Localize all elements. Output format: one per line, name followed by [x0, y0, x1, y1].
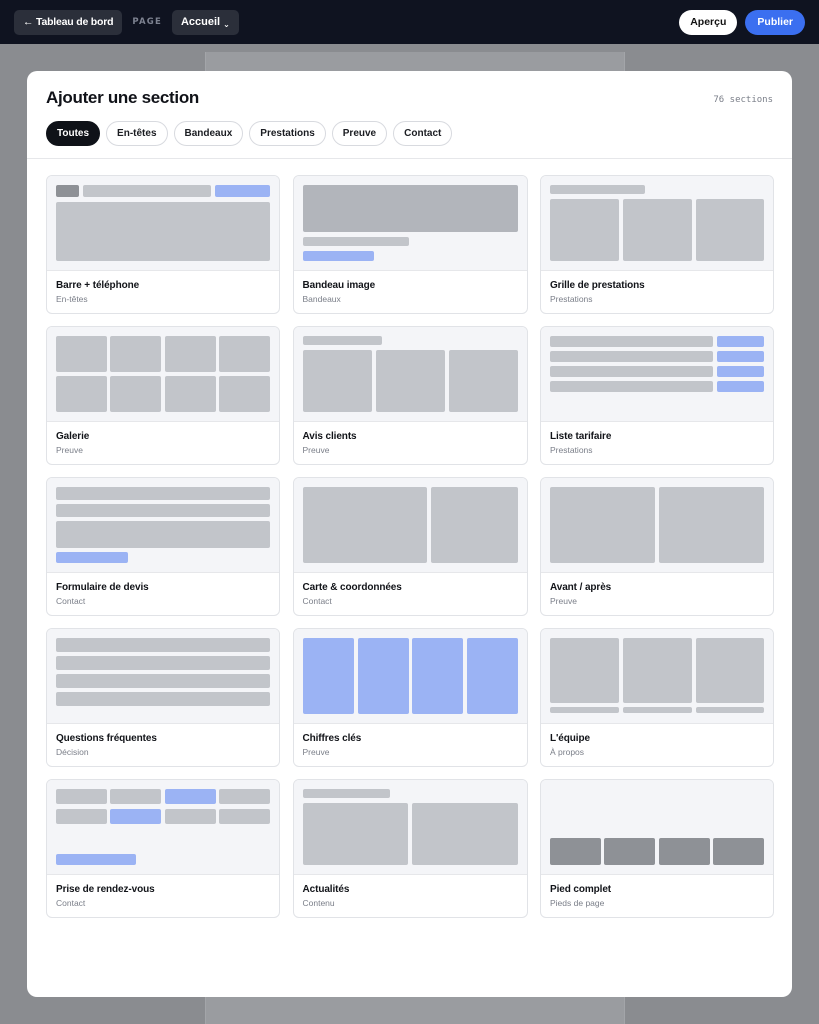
section-card-category: Preuve [550, 596, 577, 606]
section-card[interactable]: Actualités Contenu [292, 779, 528, 918]
section-card[interactable]: Carte & coordonnées Contact [292, 477, 528, 616]
section-thumbnail [47, 176, 279, 271]
section-card-category: Prestations [550, 445, 593, 455]
section-card[interactable]: Avis clients Preuve [292, 326, 528, 465]
section-card-category: Preuve [302, 747, 330, 757]
section-card[interactable]: Pied complet Pieds de page [540, 779, 774, 918]
section-count: 76 sections [713, 95, 773, 105]
section-card-category: Contact [302, 596, 332, 606]
section-thumbnail [47, 629, 279, 724]
section-card-category: Bandeaux [302, 294, 341, 304]
section-card[interactable]: Liste tarifaire Prestations [540, 326, 774, 465]
section-thumbnail [293, 176, 527, 271]
section-thumbnail [47, 780, 279, 875]
section-card-title: Bandeau image [302, 280, 376, 291]
modal-title: Ajouter une section [46, 88, 199, 107]
section-thumbnail [47, 327, 279, 422]
section-thumbnail [293, 629, 527, 724]
section-card-category: Contenu [302, 898, 335, 908]
section-card[interactable]: Barre + téléphone En-têtes [46, 175, 280, 314]
section-card[interactable]: Avant / après Preuve [540, 477, 774, 616]
chevron-down-icon: ⌄ [223, 19, 230, 29]
section-card-category: À propos [550, 747, 585, 757]
section-card-category: En-têtes [56, 294, 88, 304]
add-section-modal: Ajouter une section 76 sections Toutes E… [27, 71, 792, 997]
section-card[interactable]: Bandeau image Bandeaux [292, 175, 528, 314]
top-bar: ← Tableau de bord PAGE Accueil ⌄ Aperçu … [0, 0, 819, 44]
section-card-title: Carte & coordonnées [302, 582, 402, 593]
section-card-title: L'équipe [550, 733, 590, 744]
section-card[interactable]: Grille de prestations Prestations [540, 175, 774, 314]
page-select-value: Accueil [180, 16, 221, 28]
section-card-title: Liste tarifaire [550, 431, 612, 442]
section-thumbnail [541, 629, 773, 724]
section-card-title: Galerie [56, 431, 90, 442]
section-thumbnail [47, 478, 279, 573]
section-card[interactable]: Prise de rendez-vous Contact [46, 779, 280, 918]
section-card[interactable]: Formulaire de devis Contact [46, 477, 280, 616]
section-card-title: Avis clients [302, 431, 357, 442]
filter-chip-headers[interactable]: En-têtes [106, 121, 168, 146]
section-card-category: Preuve [56, 445, 83, 455]
filter-chip-all[interactable]: Toutes [46, 121, 101, 146]
filter-chip-banners[interactable]: Bandeaux [173, 121, 244, 146]
section-card-category: Preuve [302, 445, 330, 455]
section-card-title: Grille de prestations [550, 280, 645, 291]
preview-button[interactable]: Aperçu [679, 9, 738, 35]
section-card-title: Actualités [302, 884, 350, 895]
filter-chip-contact[interactable]: Contact [393, 121, 453, 146]
section-card[interactable]: L'équipe À propos [540, 628, 774, 767]
section-card-category: Décision [56, 747, 89, 757]
section-card-title: Prise de rendez-vous [56, 884, 155, 895]
section-card-category: Pieds de page [550, 898, 605, 908]
section-thumbnail [293, 780, 527, 875]
page-label: PAGE [132, 17, 162, 27]
filter-chip-services[interactable]: Prestations [249, 121, 326, 146]
section-card-title: Pied complet [550, 884, 612, 895]
section-card-title: Avant / après [550, 582, 612, 593]
section-card-category: Contact [56, 596, 86, 606]
filter-chip-proof[interactable]: Preuve [331, 121, 388, 146]
section-thumbnail [541, 176, 773, 271]
back-to-dashboard-button[interactable]: ← Tableau de bord [14, 9, 123, 35]
section-thumbnail [293, 327, 527, 422]
section-card-category: Contact [56, 898, 86, 908]
section-card[interactable]: Chiffres clés Preuve [292, 628, 528, 767]
page-select[interactable]: Accueil ⌄ [171, 9, 239, 35]
section-card-title: Chiffres clés [302, 733, 362, 744]
section-card[interactable]: Questions fréquentes Décision [46, 628, 280, 767]
section-card-title: Questions fréquentes [56, 733, 157, 744]
section-thumbnail [541, 327, 773, 422]
publish-button[interactable]: Publier [745, 9, 805, 35]
section-grid: Barre + téléphone En-têtes Bandeau image… [46, 175, 774, 918]
modal-header: Ajouter une section 76 sections Toutes E… [27, 71, 792, 159]
filter-chips: Toutes En-têtes Bandeaux Prestations Pre… [46, 121, 773, 146]
section-card-category: Prestations [550, 294, 593, 304]
section-card-title: Barre + téléphone [56, 280, 140, 291]
section-card[interactable]: Galerie Preuve [46, 326, 280, 465]
section-thumbnail [293, 478, 527, 573]
section-thumbnail [541, 780, 773, 875]
section-card-title: Formulaire de devis [56, 582, 149, 593]
section-thumbnail [541, 478, 773, 573]
